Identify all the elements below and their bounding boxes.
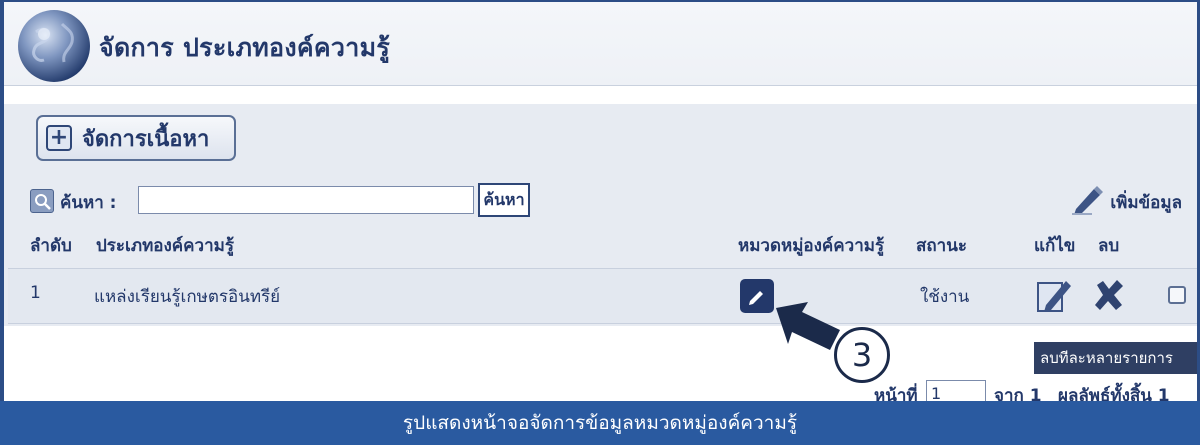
pagination: หน้าที่ จาก 1 ผลลัพธ์ทั้งสิ้น 1 [4,380,1197,401]
pager-page-label: หน้าที่ [874,386,918,401]
globe-icon [18,10,90,82]
delete-button[interactable] [1091,277,1127,313]
table-header: ลำดับ ประเภทองค์ความรู้ หมวดหมู่องค์ความ… [8,224,1188,264]
header-edit: แก้ไข [1034,236,1076,256]
plus-icon: + [46,125,72,151]
header-order: ลำดับ [30,236,72,256]
pager-total-label: ผลลัพธ์ทั้งสิ้น 1 [1058,386,1170,401]
page-number-input[interactable] [926,380,986,401]
edit-category-button[interactable] [740,279,774,313]
header-status: สถานะ [916,236,967,256]
magnifier-icon [30,189,54,213]
page-header: จัดการ ประเภทองค์ความรู้ [4,2,1197,86]
search-label: ค้นหา : [60,193,117,213]
edit-button[interactable] [1034,275,1074,315]
header-delete: ลบ [1098,236,1120,256]
row-type: แหล่งเรียนรู้เกษตรอินทรีย์ [94,287,281,307]
x-icon [1095,280,1123,310]
row-checkbox[interactable] [1168,286,1186,304]
row-order: 1 [30,283,41,303]
page-title: จัดการ ประเภทองค์ความรู้ [99,33,391,62]
table-row: 1 แหล่งเรียนรู้เกษตรอินทรีย์ ใช้งาน [8,268,1197,324]
search-bar: ค้นหา : ค้นหา เพิ่มข้อมูล [30,183,1197,219]
search-button[interactable]: ค้นหา [478,183,530,217]
add-data-label: เพิ่มข้อมูล [1110,192,1182,213]
search-input[interactable] [138,186,474,214]
edit-note-icon [1037,281,1071,312]
add-data-button[interactable]: เพิ่มข้อมูล [1070,185,1182,219]
header-type: ประเภทองค์ความรู้ [96,236,234,256]
pencil-icon [749,291,763,305]
header-category: หมวดหมู่องค์ความรู้ [738,236,885,256]
manage-content-button[interactable]: + จัดการเนื้อหา [36,115,236,161]
step-number-badge: 3 [834,327,890,383]
bulk-delete-button[interactable]: ลบทีละหลายรายการ [1034,342,1197,374]
figure-caption: รูปแสดงหน้าจอจัดการข้อมูลหมวดหมู่องค์ควา… [402,412,798,434]
pager-of-label: จาก 1 [994,386,1042,401]
pencil-icon [1070,185,1104,219]
row-status: ใช้งาน [920,287,970,307]
manage-content-label: จัดการเนื้อหา [82,126,210,152]
app-window: จัดการ ประเภทองค์ความรู้ + จัดการเนื้อหา… [0,0,1200,401]
caption-bar: รูปแสดงหน้าจอจัดการข้อมูลหมวดหมู่องค์ควา… [0,401,1200,445]
